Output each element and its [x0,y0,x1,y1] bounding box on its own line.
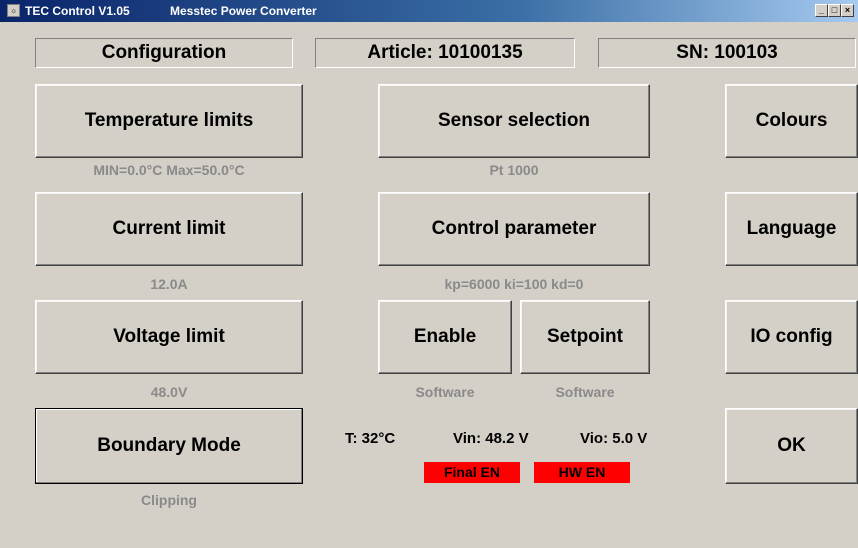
close-icon[interactable]: × [841,4,854,17]
maximize-icon[interactable]: □ [828,4,841,17]
language-button[interactable]: Language [725,192,858,266]
enable-button[interactable]: Enable [378,300,512,374]
window-title: TEC Control V1.05 [25,4,130,18]
temperature-readout: T: 32°C [345,430,396,447]
sensor-selection-button[interactable]: Sensor selection [378,84,650,158]
current-limit-button[interactable]: Current limit [35,192,303,266]
voltage-limit-button[interactable]: Voltage limit [35,300,303,374]
serial-number-field: SN: 100103 [598,38,856,68]
temperature-limits-button[interactable]: Temperature limits [35,84,303,158]
app-icon[interactable]: ☼ [7,4,20,17]
final-en-badge: Final EN [424,462,520,483]
article-field: Article: 10100135 [315,38,575,68]
title-bar[interactable]: ☼ TEC Control V1.05 Messtec Power Conver… [0,0,858,22]
current-limit-value: 12.0A [150,276,188,292]
setpoint-button[interactable]: Setpoint [520,300,650,374]
colours-button[interactable]: Colours [725,84,858,158]
vio-readout: Vio: 5.0 V [580,430,648,447]
control-parameter-button[interactable]: Control parameter [378,192,650,266]
window-subtitle: Messtec Power Converter [170,4,317,18]
ok-button[interactable]: OK [725,408,858,484]
vin-readout: Vin: 48.2 V [453,430,529,447]
temperature-limits-value: MIN=0.0°C Max=50.0°C [93,162,245,178]
voltage-limit-value: 48.0V [150,384,188,400]
minimize-icon[interactable]: _ [815,4,828,17]
enable-value: Software [415,384,475,400]
boundary-mode-value: Clipping [141,492,197,508]
sensor-selection-value: Pt 1000 [489,162,539,178]
setpoint-value: Software [555,384,615,400]
boundary-mode-button[interactable]: Boundary Mode [35,408,303,484]
configuration-header: Configuration [35,38,293,68]
hw-en-badge: HW EN [534,462,630,483]
control-parameter-value: kp=6000 ki=100 kd=0 [444,276,584,292]
io-config-button[interactable]: IO config [725,300,858,374]
